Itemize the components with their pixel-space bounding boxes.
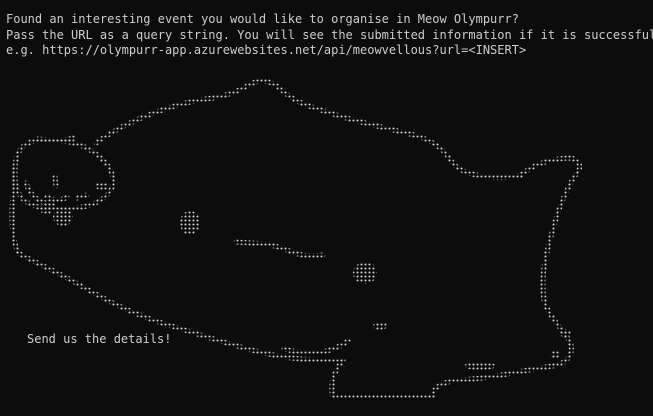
cat-muzzle <box>53 208 73 226</box>
cat-eye-left <box>52 174 59 189</box>
cat-mouth-curve <box>233 239 326 259</box>
cat-spot <box>353 262 377 284</box>
intro-line: Found an interesting event you would lik… <box>6 12 519 26</box>
cta-text: Send us the details! <box>27 332 172 346</box>
cat-nose <box>44 194 70 203</box>
braille-cat-art <box>9 78 583 400</box>
cat-back-leg <box>329 357 435 400</box>
cat-whisker <box>74 192 90 201</box>
cat-paw-shadow <box>281 338 351 356</box>
cat-cheek-mark <box>41 207 51 215</box>
cat-foot-right <box>464 362 496 370</box>
cat-tail-tip <box>550 351 560 359</box>
cat-ear-left <box>35 135 76 144</box>
cat-tail-right <box>540 170 580 369</box>
instruction-line: Pass the URL as a query string. You will… <box>6 28 653 42</box>
cat-foot-left <box>373 322 387 330</box>
cat-tail-top <box>518 155 583 178</box>
cat-eye <box>180 211 200 235</box>
cat-belly <box>429 363 555 399</box>
cat-ear-mark <box>95 182 109 190</box>
cat-body-top <box>93 78 524 180</box>
console-window: Found an interesting event you would lik… <box>0 0 653 416</box>
cat-paw-mark <box>559 329 571 337</box>
